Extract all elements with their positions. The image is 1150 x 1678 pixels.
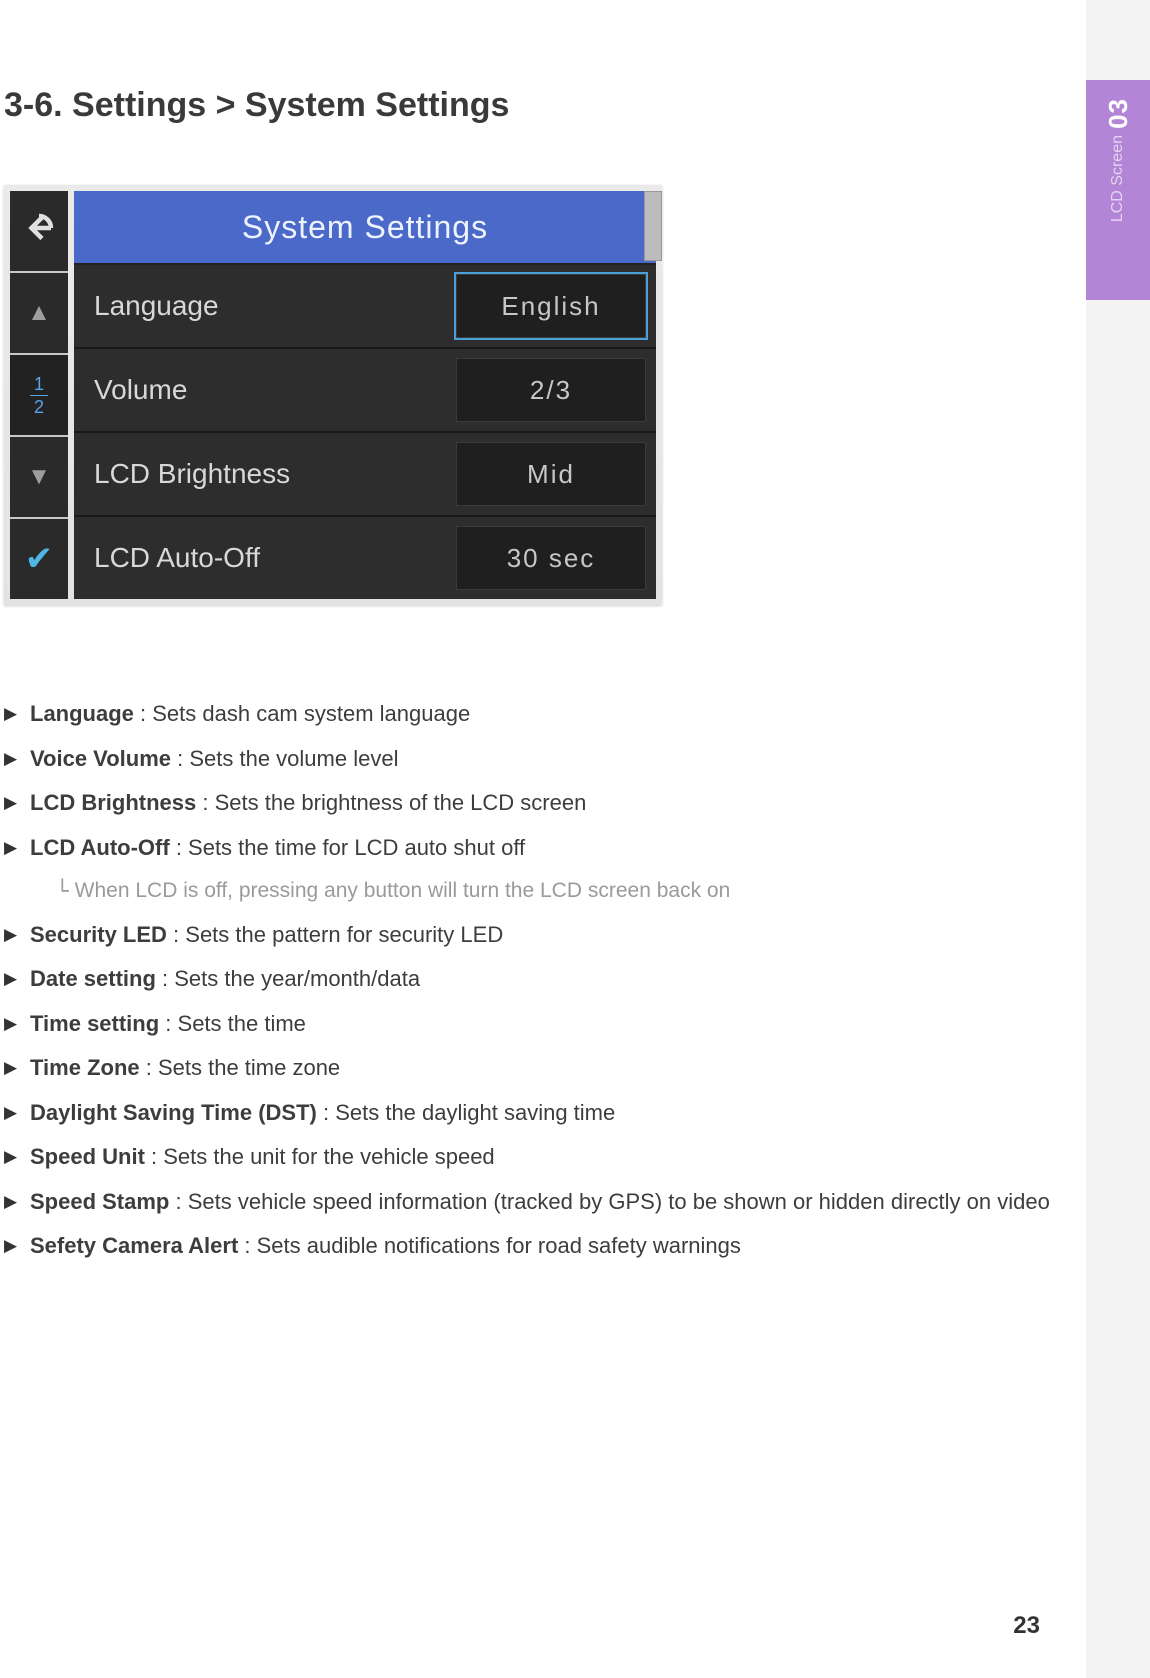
page-title: 3-6. Settings > System Settings [4, 86, 1060, 125]
list-item: ▶Voice Volume : Sets the volume level [4, 740, 1060, 779]
menu-label: Volume [94, 374, 456, 406]
setting-description: : Sets vehicle speed information (tracke… [169, 1189, 1049, 1214]
triangle-right-icon: ▶ [4, 1009, 22, 1044]
setting-description: : Sets the time [159, 1011, 306, 1036]
setting-term: Security LED [30, 922, 167, 947]
list-item-text: Date setting : Sets the year/month/data [30, 960, 1060, 999]
triangle-right-icon: ▶ [4, 744, 22, 779]
settings-description-list: ▶Language : Sets dash cam system languag… [4, 695, 1060, 1266]
triangle-right-icon: ▶ [4, 699, 22, 734]
setting-description: : Sets the volume level [171, 746, 398, 771]
setting-term: LCD Brightness [30, 790, 196, 815]
triangle-right-icon: ▶ [4, 1187, 22, 1222]
list-item-text: LCD Brightness : Sets the brightness of … [30, 784, 1060, 823]
setting-description: : Sets dash cam system language [134, 701, 470, 726]
page-number: 23 [1013, 1612, 1040, 1640]
setting-term: Date setting [30, 966, 156, 991]
setting-term: Time setting [30, 1011, 159, 1036]
subnote-branch-icon: └ [56, 873, 69, 910]
page-content: 3-6. Settings > System Settings ▲ 1 2 ▼ … [0, 86, 1060, 1272]
list-subnote: └ When LCD is off, pressing any button w… [56, 873, 1060, 910]
confirm-button[interactable]: ✔ [10, 519, 68, 599]
triangle-right-icon: ▶ [4, 788, 22, 823]
page-indicator: 1 2 [10, 355, 68, 437]
list-item-text: Speed Unit : Sets the unit for the vehic… [30, 1138, 1060, 1177]
triangle-right-icon: ▶ [4, 964, 22, 999]
chapter-number: 03 [1103, 98, 1134, 129]
list-item: ▶LCD Brightness : Sets the brightness of… [4, 784, 1060, 823]
menu-label: Language [94, 290, 456, 322]
list-item: ▶Time setting : Sets the time [4, 1005, 1060, 1044]
triangle-right-icon: ▶ [4, 1231, 22, 1266]
list-item-text: Language : Sets dash cam system language [30, 695, 1060, 734]
menu-row-lcd-auto-off[interactable]: LCD Auto-Off 30 sec [74, 517, 656, 599]
list-item-text: Voice Volume : Sets the volume level [30, 740, 1060, 779]
list-item: ▶Security LED : Sets the pattern for sec… [4, 916, 1060, 955]
page-total: 2 [34, 396, 44, 416]
setting-description: : Sets the pattern for security LED [167, 922, 503, 947]
list-item-text: Daylight Saving Time (DST) : Sets the da… [30, 1094, 1060, 1133]
menu-value: English [456, 274, 646, 338]
list-item: ▶Language : Sets dash cam system languag… [4, 695, 1060, 734]
triangle-right-icon: ▶ [4, 920, 22, 955]
device-main-panel: System Settings Language English Volume … [74, 191, 656, 599]
setting-description: : Sets the time for LCD auto shut off [170, 835, 525, 860]
page-current: 1 [30, 375, 48, 396]
list-item: ▶Speed Stamp : Sets vehicle speed inform… [4, 1183, 1060, 1222]
triangle-up-icon: ▲ [27, 299, 51, 327]
back-button[interactable] [10, 191, 68, 273]
list-item: ▶Sefety Camera Alert : Sets audible noti… [4, 1227, 1060, 1266]
list-item-text: Security LED : Sets the pattern for secu… [30, 916, 1060, 955]
back-icon [21, 210, 57, 253]
setting-description: : Sets the time zone [140, 1055, 341, 1080]
setting-description: : Sets audible notifications for road sa… [238, 1233, 741, 1258]
list-item: ▶LCD Auto-Off : Sets the time for LCD au… [4, 829, 1060, 868]
menu-value: 30 sec [456, 526, 646, 590]
menu-value: Mid [456, 442, 646, 506]
device-screenshot: ▲ 1 2 ▼ ✔ System Settings Language Engli… [4, 185, 662, 605]
setting-term: Sefety Camera Alert [30, 1233, 238, 1258]
setting-term: Language [30, 701, 134, 726]
setting-description: : Sets the unit for the vehicle speed [145, 1144, 495, 1169]
chapter-title: LCD Screen [1109, 135, 1127, 222]
nav-up-button[interactable]: ▲ [10, 273, 68, 355]
menu-label: LCD Auto-Off [94, 542, 456, 574]
setting-term: Daylight Saving Time (DST) [30, 1100, 317, 1125]
setting-term: Voice Volume [30, 746, 171, 771]
menu-row-volume[interactable]: Volume 2/3 [74, 349, 656, 433]
list-item: ▶Time Zone : Sets the time zone [4, 1049, 1060, 1088]
device-side-buttons: ▲ 1 2 ▼ ✔ [10, 191, 68, 599]
triangle-right-icon: ▶ [4, 1098, 22, 1133]
list-item: ▶Date setting : Sets the year/month/data [4, 960, 1060, 999]
menu-value: 2/3 [456, 358, 646, 422]
setting-term: LCD Auto-Off [30, 835, 170, 860]
list-item: ▶Daylight Saving Time (DST) : Sets the d… [4, 1094, 1060, 1133]
list-item-text: Time setting : Sets the time [30, 1005, 1060, 1044]
triangle-right-icon: ▶ [4, 833, 22, 868]
triangle-right-icon: ▶ [4, 1142, 22, 1177]
menu-label: LCD Brightness [94, 458, 456, 490]
screen-title: System Settings [74, 191, 656, 265]
setting-term: Speed Unit [30, 1144, 145, 1169]
list-item-text: Sefety Camera Alert : Sets audible notif… [30, 1227, 1060, 1266]
setting-term: Time Zone [30, 1055, 140, 1080]
list-item: ▶Speed Unit : Sets the unit for the vehi… [4, 1138, 1060, 1177]
menu-row-lcd-brightness[interactable]: LCD Brightness Mid [74, 433, 656, 517]
menu-row-language[interactable]: Language English [74, 265, 656, 349]
subnote-text: When LCD is off, pressing any button wil… [75, 873, 731, 910]
list-item-text: Speed Stamp : Sets vehicle speed informa… [30, 1183, 1060, 1222]
list-item-text: LCD Auto-Off : Sets the time for LCD aut… [30, 829, 1060, 868]
setting-description: : Sets the year/month/data [156, 966, 420, 991]
list-item-text: Time Zone : Sets the time zone [30, 1049, 1060, 1088]
setting-description: : Sets the brightness of the LCD screen [196, 790, 586, 815]
chapter-side-tab: 03 LCD Screen [1086, 80, 1150, 300]
triangle-down-icon: ▼ [27, 463, 51, 491]
setting-term: Speed Stamp [30, 1189, 169, 1214]
triangle-right-icon: ▶ [4, 1053, 22, 1088]
nav-down-button[interactable]: ▼ [10, 437, 68, 519]
check-icon: ✔ [25, 539, 54, 579]
setting-description: : Sets the daylight saving time [317, 1100, 615, 1125]
